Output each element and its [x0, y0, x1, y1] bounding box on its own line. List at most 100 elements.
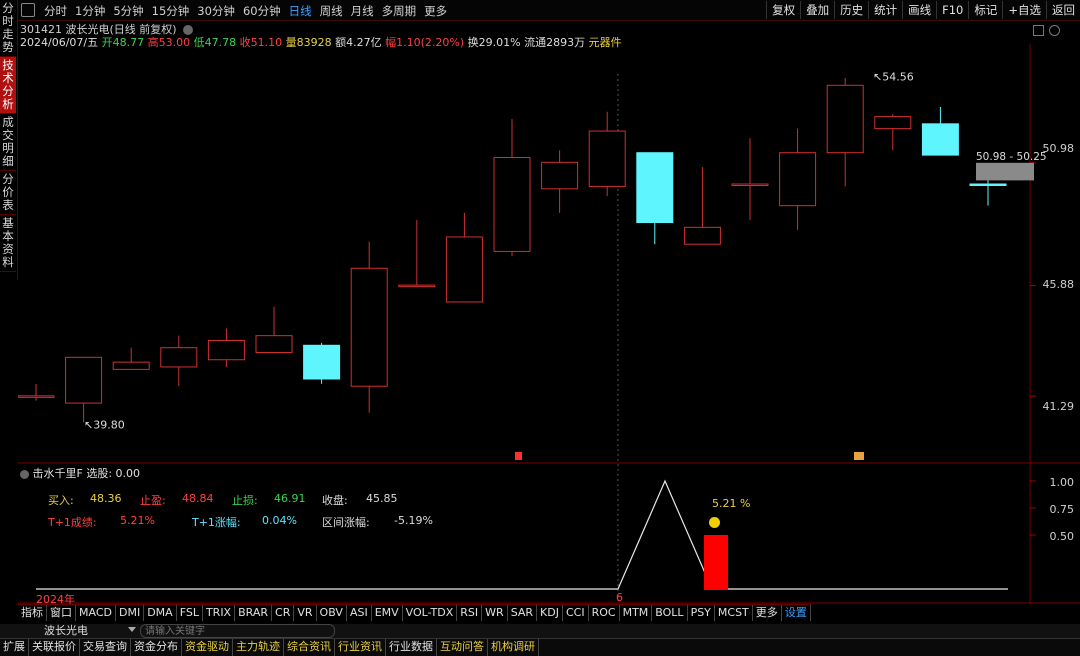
indicator-tab-5[interactable]: FSL: [177, 605, 203, 621]
left-vertical-tabs: 分时走势 技术分析 成交明细 分价表 基本资料: [0, 0, 18, 280]
candle-body-18: [874, 116, 912, 130]
candle-body-14: [683, 226, 721, 245]
window-restore-icon[interactable]: [1033, 25, 1044, 36]
candle-body-12: [588, 130, 626, 187]
candle-body-10: [493, 157, 531, 252]
tool-button-2[interactable]: 历史: [834, 1, 868, 19]
indicator-tab-12[interactable]: EMV: [372, 605, 403, 621]
tool-button-3[interactable]: 统计: [868, 1, 902, 19]
indicator-tabs: 指标 窗口 MACD DMI DMA FSL TRIX BRAR CR VR OBV ASI EMV VO…: [18, 604, 811, 621]
bottom-tab-7[interactable]: 行业资讯: [335, 639, 386, 656]
candle-body-19: [921, 123, 959, 156]
candle-body-5: [255, 335, 293, 354]
bottom-tab-0[interactable]: 扩展: [0, 639, 29, 656]
indicator-tab-19[interactable]: ROC: [589, 605, 620, 621]
period-tab-8[interactable]: 月线: [347, 2, 378, 20]
bottom-tab-5[interactable]: 主力轨迹: [233, 639, 284, 656]
indicator-tab-16[interactable]: SAR: [508, 605, 538, 621]
bottom-tab-2[interactable]: 交易查询: [80, 639, 131, 656]
indicator-tab-18[interactable]: CCI: [563, 605, 589, 621]
period-tab-1[interactable]: 1分钟: [71, 2, 109, 20]
left-tab-4[interactable]: 基本资料: [0, 215, 16, 272]
period-tab-0[interactable]: 分时: [40, 2, 71, 20]
chevron-down-icon[interactable]: [128, 627, 136, 632]
high-annotation: ↖54.56: [873, 70, 914, 83]
indicator-tab-23[interactable]: MCST: [715, 605, 753, 621]
y-axis-label-bottom: 41.29: [1042, 400, 1075, 413]
bottom-tab-8[interactable]: 行业数据: [386, 639, 437, 656]
indicator-tab-4[interactable]: DMA: [144, 605, 177, 621]
bottom-tab-3[interactable]: 资金分布: [131, 639, 182, 656]
period-tab-6[interactable]: 日线: [285, 2, 316, 20]
tool-button-1[interactable]: 叠加: [800, 1, 834, 19]
indicator-tab-22[interactable]: PSY: [688, 605, 715, 621]
ind-axis-label-1: 1.00: [1049, 476, 1075, 489]
tool-button-0[interactable]: 复权: [766, 1, 800, 19]
y-axis-label-top: 50.98: [1042, 142, 1075, 155]
candle-body-20: [969, 183, 1007, 186]
toolbar-menu-icon[interactable]: [21, 3, 35, 17]
ind-axis-label-3: 0.50: [1049, 530, 1075, 543]
tool-button-6[interactable]: 标记: [968, 1, 1002, 19]
bottom-tab-10[interactable]: 机构调研: [488, 639, 539, 656]
bottom-tab-9[interactable]: 互动问答: [437, 639, 488, 656]
month-label: 6: [616, 591, 623, 604]
indicator-tab-6[interactable]: TRIX: [203, 605, 236, 621]
bottom-tab-4[interactable]: 资金驱动: [182, 639, 233, 656]
indicator-tab-11[interactable]: ASI: [347, 605, 372, 621]
indicator-tab-13[interactable]: VOL-TDX: [403, 605, 458, 621]
bar-percent-label: 5.21 %: [712, 497, 751, 510]
candlestick-chart[interactable]: ↖54.56 ↖39.80 50.98 - 50.25: [18, 44, 1080, 464]
indicator-tab-20[interactable]: MTM: [620, 605, 653, 621]
search-row: 波长光电: [0, 624, 1080, 638]
indicator-tab-0[interactable]: 指标: [18, 605, 47, 621]
indicator-tab-7[interactable]: BRAR: [235, 605, 273, 621]
indicator-tab-14[interactable]: RSI: [457, 605, 483, 621]
settings-icon[interactable]: [1049, 25, 1060, 36]
indicator-tab-15[interactable]: WR: [482, 605, 508, 621]
indicator-tab-25[interactable]: 设置: [782, 605, 811, 621]
indicator-tab-1[interactable]: 窗口: [47, 605, 76, 621]
period-tab-2[interactable]: 5分钟: [109, 2, 147, 20]
indicator-tab-17[interactable]: KDJ: [537, 605, 563, 621]
indicator-tab-10[interactable]: OBV: [317, 605, 347, 621]
signal-marker-1: [515, 452, 522, 460]
period-toolbar: 分时 1分钟 5分钟 15分钟 30分钟 60分钟 日线 周线 月线 多周期 更多 复权 叠加 历史 统计…: [18, 0, 1080, 21]
left-tab-1[interactable]: 技术分析: [0, 57, 16, 114]
candle-body-9: [445, 236, 483, 303]
indicator-tab-9[interactable]: VR: [294, 605, 317, 621]
candle-body-17: [826, 84, 864, 154]
tool-button-5[interactable]: F10: [936, 1, 968, 19]
candle-body-1: [65, 356, 103, 404]
period-tab-4[interactable]: 30分钟: [193, 2, 239, 20]
candle-body-15: [731, 183, 769, 186]
bottom-tab-6[interactable]: 综合资讯: [284, 639, 335, 656]
period-tab-10[interactable]: 更多: [420, 2, 451, 20]
left-tab-2[interactable]: 成交明细: [0, 114, 16, 171]
indicator-tab-24[interactable]: 更多: [753, 605, 782, 621]
period-tab-5[interactable]: 60分钟: [239, 2, 285, 20]
period-tab-3[interactable]: 15分钟: [148, 2, 194, 20]
left-tab-0[interactable]: 分时走势: [0, 0, 16, 57]
search-input[interactable]: [140, 624, 335, 638]
indicator-chart[interactable]: [18, 464, 1080, 604]
smiley-icon: [709, 517, 720, 528]
tool-button-7[interactable]: +自选: [1002, 1, 1046, 19]
bottom-tab-1[interactable]: 关联报价: [29, 639, 80, 656]
period-tab-9[interactable]: 多周期: [378, 2, 421, 20]
left-tab-3[interactable]: 分价表: [0, 171, 16, 215]
candle-body-0: [18, 395, 55, 398]
indicator-tab-21[interactable]: BOLL: [652, 605, 688, 621]
low-annotation: ↖39.80: [84, 418, 125, 431]
indicator-tab-8[interactable]: CR: [272, 605, 295, 621]
price-range-label: 50.98 - 50.25: [976, 151, 1047, 163]
tool-button-8[interactable]: 返回: [1046, 1, 1080, 19]
y-axis-label-mid: 45.88: [1042, 278, 1075, 291]
tool-button-4[interactable]: 画线: [902, 1, 936, 19]
indicator-tab-3[interactable]: DMI: [116, 605, 145, 621]
candle-body-11: [541, 161, 579, 190]
candle-body-6: [303, 344, 341, 380]
period-tab-7[interactable]: 周线: [316, 2, 347, 20]
candle-body-16: [779, 152, 817, 207]
indicator-tab-2[interactable]: MACD: [76, 605, 116, 621]
